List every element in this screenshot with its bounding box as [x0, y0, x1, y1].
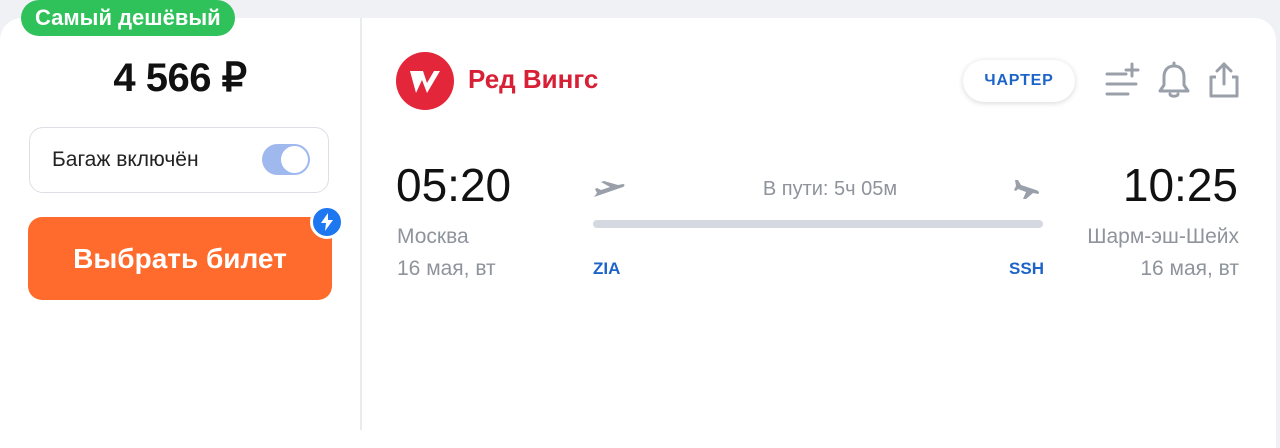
lightning-icon	[310, 205, 344, 239]
departure-date: 16 мая, вт	[397, 257, 496, 280]
route-line	[593, 220, 1043, 228]
baggage-option[interactable]: Багаж включён	[29, 127, 329, 193]
landing-plane-icon	[1011, 178, 1045, 202]
airline-logo	[396, 52, 454, 110]
departure-time: 05:20	[396, 159, 512, 211]
takeoff-plane-icon	[592, 178, 626, 202]
baggage-toggle[interactable]	[262, 144, 310, 175]
baggage-label: Багаж включён	[52, 148, 199, 171]
card-divider	[360, 18, 362, 430]
ticket-price: 4 566 ₽	[113, 56, 247, 100]
toggle-knob	[281, 146, 308, 173]
charter-badge: ЧАРТЕР	[963, 60, 1075, 102]
add-to-list-icon[interactable]	[1104, 60, 1140, 100]
flight-duration: В пути: 5ч 05м	[762, 178, 898, 200]
departure-city: Москва	[397, 225, 469, 248]
arrival-date: 16 мая, вт	[1140, 257, 1239, 280]
departure-airport-code: ZIA	[593, 259, 621, 278]
arrival-airport-code: SSH	[1009, 259, 1044, 278]
airline-name: Ред Вингс	[468, 64, 599, 94]
select-ticket-button[interactable]: Выбрать билет	[28, 217, 332, 300]
arrival-time: 10:25	[1122, 159, 1238, 211]
bell-icon[interactable]	[1156, 60, 1192, 100]
share-icon[interactable]	[1206, 60, 1242, 100]
arrival-city: Шарм-эш-Шейх	[1087, 225, 1239, 248]
cheapest-badge: Самый дешёвый	[21, 0, 235, 36]
